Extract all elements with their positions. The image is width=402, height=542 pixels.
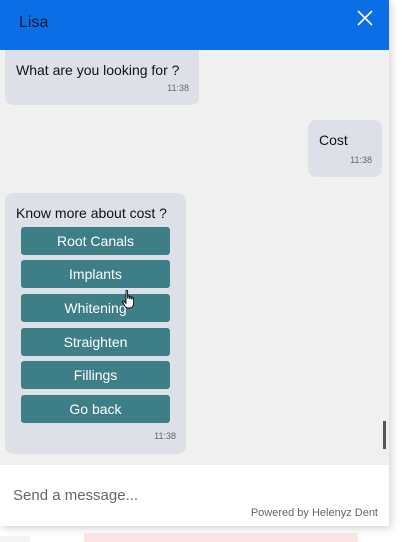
option-fillings-button[interactable]: Fillings (21, 361, 170, 389)
option-root-canals-button[interactable]: Root Canals (21, 227, 170, 255)
message-time: 11:38 (167, 83, 189, 93)
option-straighten-button[interactable]: Straighten (21, 328, 170, 356)
hand-cursor-icon (122, 290, 135, 309)
chat-header: Lisa (0, 0, 389, 50)
message-text: What are you looking for ? (16, 62, 180, 78)
message-text: Cost (319, 132, 348, 148)
bot-message: Know more about cost ? Root Canals Impla… (5, 193, 186, 454)
message-list[interactable]: What are you looking for ? 11:38 Cost 11… (0, 50, 389, 465)
background-page-banner (84, 533, 358, 542)
scrollbar-thumb[interactable] (383, 421, 386, 449)
message-input[interactable] (13, 483, 373, 507)
option-implants-button[interactable]: Implants (21, 260, 170, 288)
agent-name: Lisa (19, 14, 49, 31)
chat-widget: Lisa What are you looking for ? 11:38 Co… (0, 0, 389, 526)
user-message: Cost 11:38 (308, 120, 382, 177)
option-whitening-button[interactable]: Whitening (21, 294, 170, 322)
option-go-back-button[interactable]: Go back (21, 395, 170, 423)
message-time: 11:38 (154, 431, 176, 441)
message-time: 11:38 (350, 155, 372, 165)
message-composer: Powered by Helenyz Dent (0, 465, 389, 526)
bot-message: What are you looking for ? 11:38 (5, 50, 199, 105)
background-page-element (0, 536, 30, 542)
powered-by-text: Powered by Helenyz Dent (250, 507, 378, 519)
close-icon[interactable] (355, 8, 375, 28)
message-text: Know more about cost ? (16, 205, 167, 221)
